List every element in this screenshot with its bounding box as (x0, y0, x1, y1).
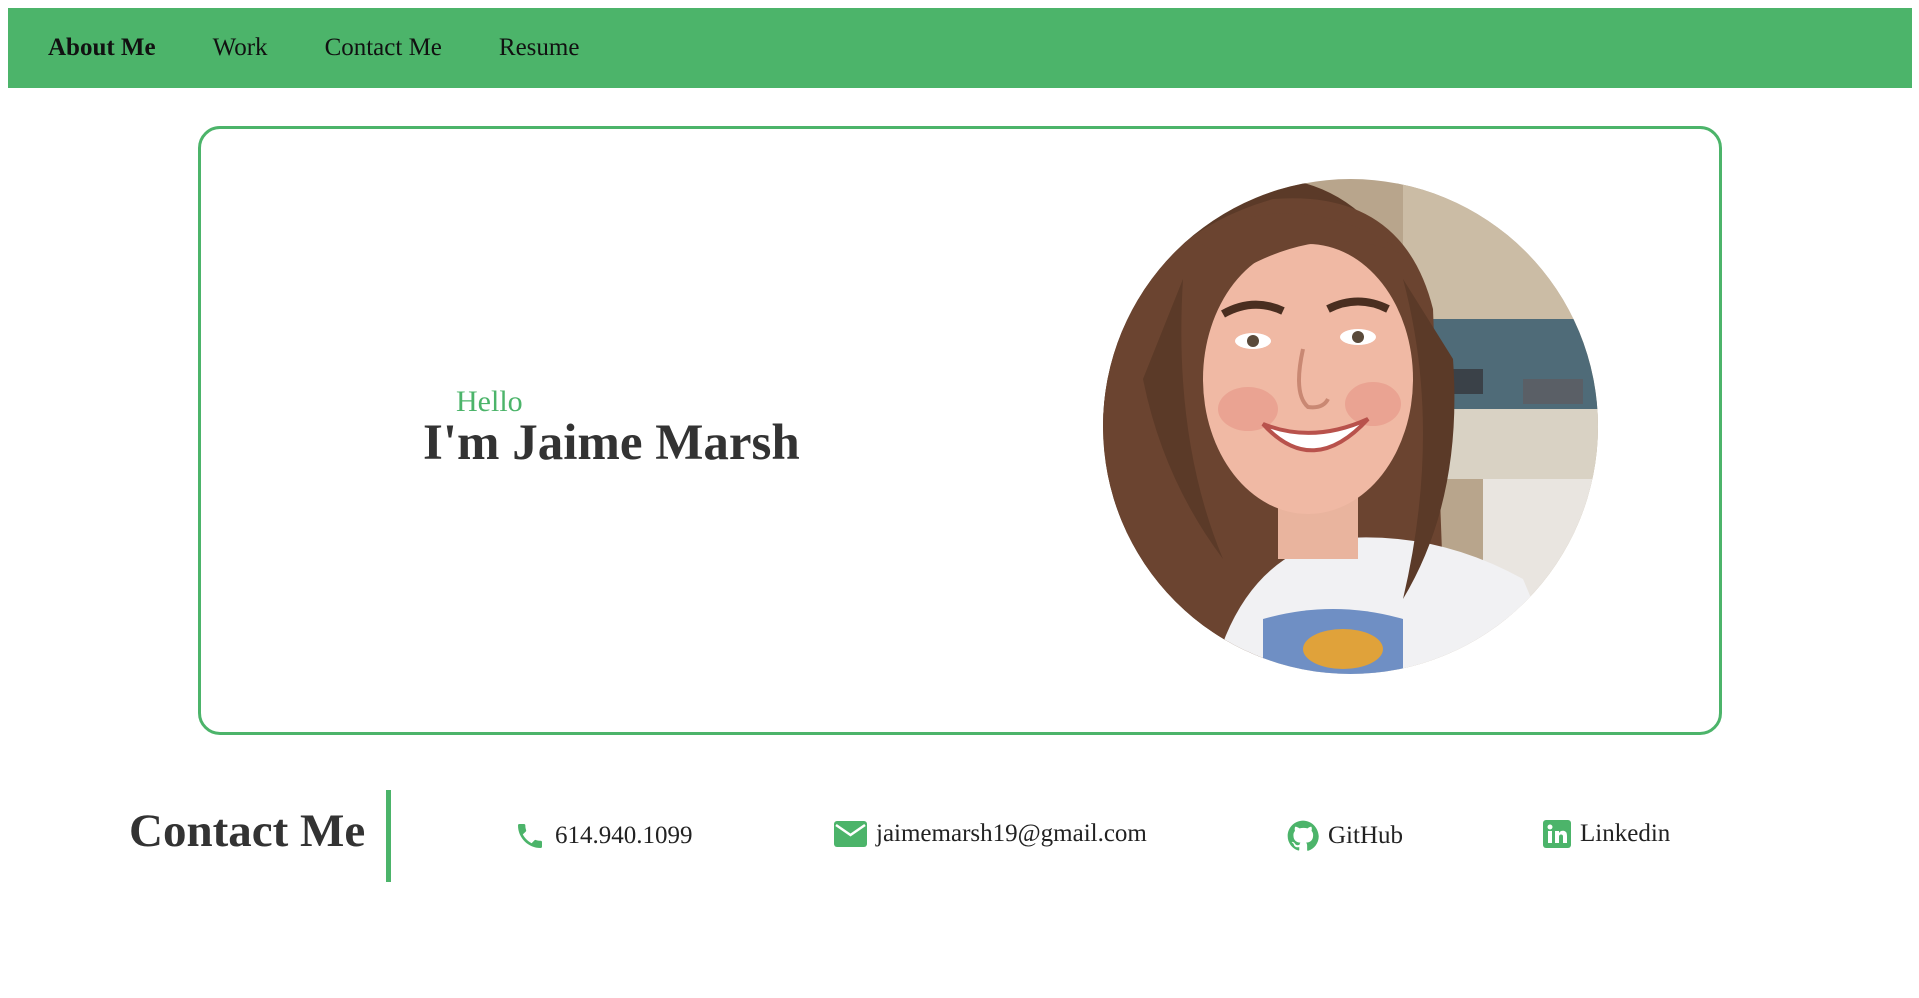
phone-icon (518, 824, 542, 848)
hero-card: Hello I'm Jaime Marsh (198, 126, 1722, 735)
phone-link[interactable]: 614.940.1099 (514, 820, 693, 852)
contact-divider (386, 790, 391, 882)
linkedin-icon (1543, 820, 1571, 848)
contact-title: Contact Me (129, 805, 366, 857)
nav-work[interactable]: Work (213, 34, 268, 62)
name-heading: I'm Jaime Marsh (423, 415, 800, 471)
profile-photo-illustration (1103, 179, 1598, 674)
profile-photo (1103, 179, 1598, 674)
contact-section: Contact Me 614.940.1099 jaimemarsh19@gma… (0, 790, 1919, 882)
linkedin-link[interactable]: Linkedin (1543, 820, 1670, 848)
github-label: GitHub (1328, 822, 1403, 849)
email-link[interactable]: jaimemarsh19@gmail.com (834, 820, 1147, 848)
nav-resume[interactable]: Resume (499, 34, 580, 62)
envelope-icon (834, 821, 867, 847)
nav-contact-me[interactable]: Contact Me (325, 34, 442, 62)
linkedin-label: Linkedin (1580, 820, 1671, 847)
github-icon (1287, 820, 1319, 851)
top-navbar: About Me Work Contact Me Resume (8, 8, 1912, 88)
nav-about-me[interactable]: About Me (48, 34, 156, 62)
phone-number: 614.940.1099 (555, 822, 693, 849)
email-address: jaimemarsh19@gmail.com (876, 820, 1147, 847)
github-link[interactable]: GitHub (1287, 820, 1403, 852)
